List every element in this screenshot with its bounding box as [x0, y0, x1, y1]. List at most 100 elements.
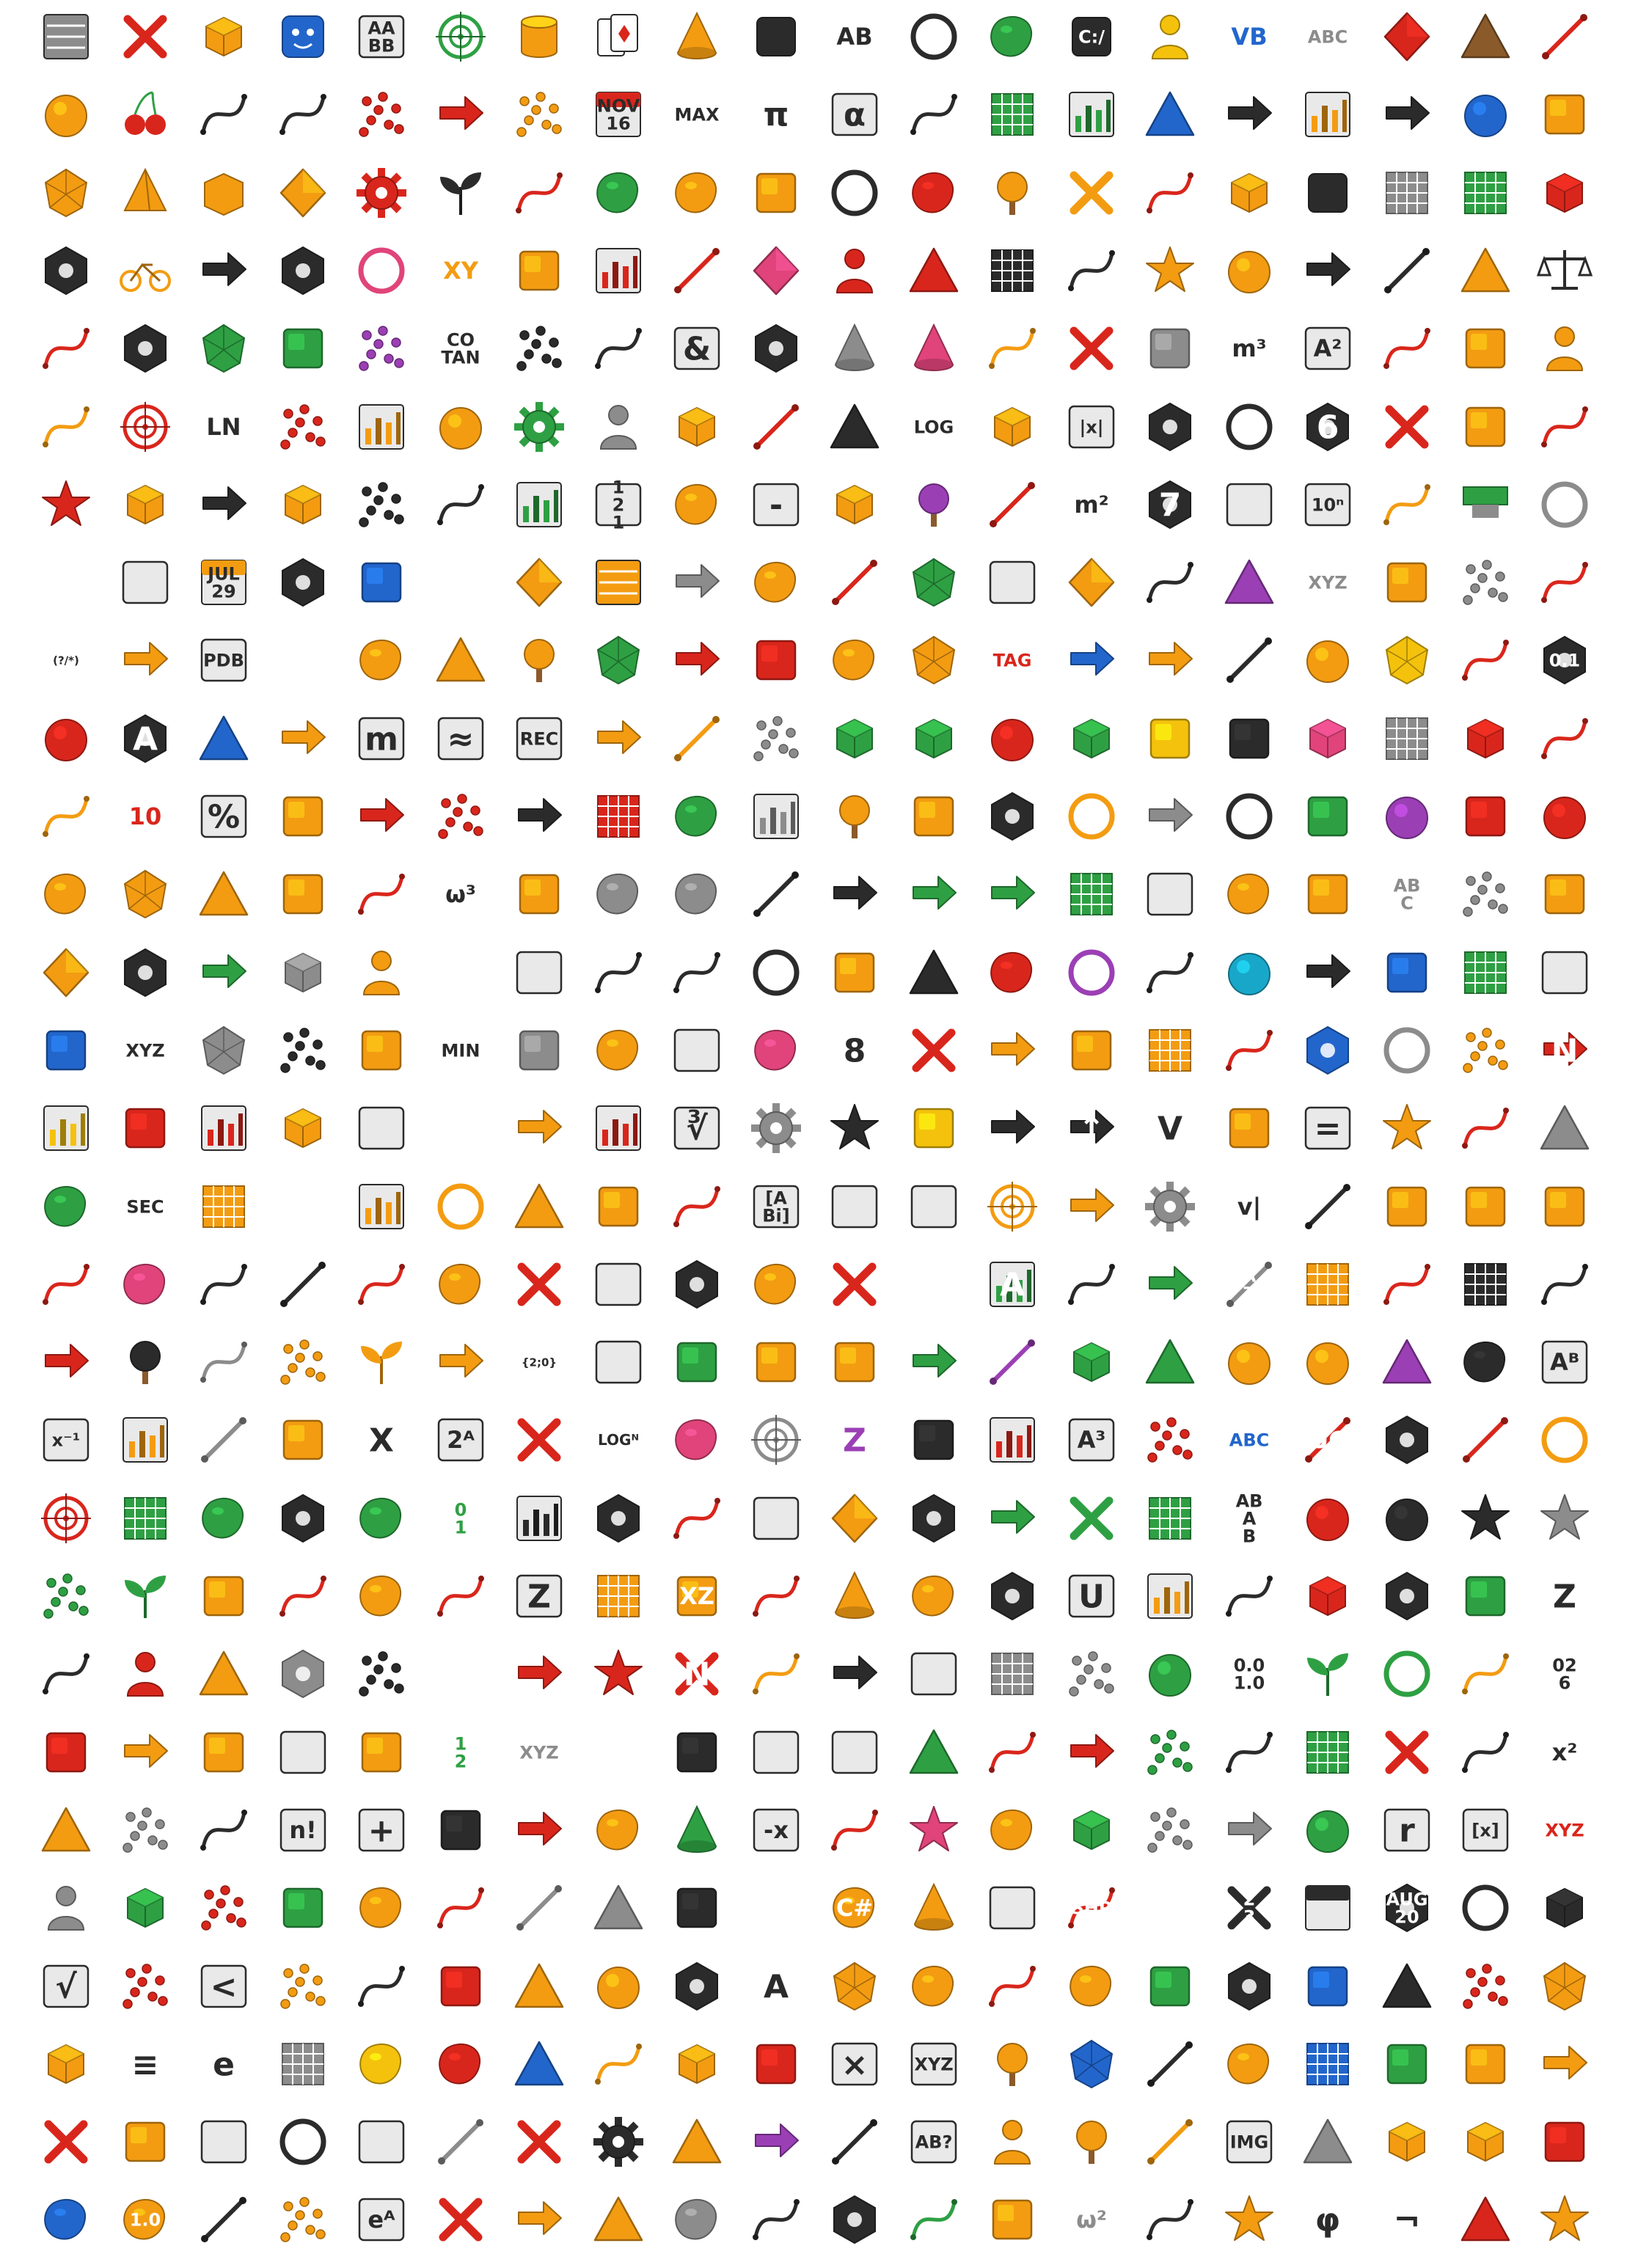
- hexagon-icon: [991, 1571, 1034, 1621]
- square-icon: [1149, 718, 1191, 758]
- curve-icon: [1528, 390, 1601, 464]
- line-icon: [976, 1325, 1049, 1399]
- text-icon: XYZ: [1308, 572, 1347, 593]
- calendar-icon: [1305, 1885, 1350, 1931]
- arrow-icon: [660, 546, 734, 619]
- arrow-icon: [1070, 1188, 1114, 1222]
- arrow-icon: [187, 468, 260, 541]
- blob-icon: [675, 874, 717, 915]
- icon-label: A: [1000, 1266, 1025, 1303]
- curve-icon: [200, 94, 247, 136]
- polyhedron-icon: [1070, 2039, 1113, 2088]
- text-box-icon: [739, 1716, 813, 1789]
- text-icon: [433, 1646, 489, 1702]
- text-icon: [1142, 1880, 1198, 1936]
- icon-label: ω²: [1076, 2206, 1107, 2234]
- line-icon: [201, 2197, 246, 2243]
- square-icon: [1449, 1559, 1522, 1633]
- square-icon: [45, 1030, 87, 1071]
- chart-icon: [976, 1403, 1049, 1477]
- hexagon-icon: [266, 234, 340, 307]
- square-icon: [897, 1091, 970, 1165]
- curve-icon: [1462, 1653, 1509, 1695]
- text-icon: {2;0}: [502, 1325, 576, 1399]
- triangle-icon: [1370, 1325, 1444, 1399]
- grid-icon: [1464, 171, 1507, 214]
- arrow-icon: [739, 2105, 813, 2179]
- dots-icon: [1133, 1716, 1207, 1789]
- icon-label: C#: [836, 1894, 873, 1922]
- icon-label: m: [365, 720, 398, 758]
- square-icon: [345, 1716, 418, 1789]
- cross-icon: [1370, 1716, 1444, 1789]
- line-icon: [660, 234, 734, 307]
- curve-icon: [358, 874, 405, 915]
- blob-icon: [44, 874, 87, 915]
- icon-label: π: [763, 97, 789, 134]
- dots-icon: [359, 1651, 404, 1697]
- blob-icon: [345, 1482, 418, 1555]
- text-box-icon: [345, 2105, 418, 2179]
- cross-icon: [1055, 1482, 1128, 1555]
- text-box-icon: AA BB: [345, 0, 418, 73]
- square-icon: [361, 1030, 402, 1071]
- text-box-icon: [1528, 936, 1601, 1009]
- grid-icon: [1133, 1482, 1207, 1555]
- text-box-icon: XYZ: [897, 2027, 970, 2101]
- icon-label: %: [208, 798, 240, 835]
- curve-icon: [582, 936, 655, 1009]
- curve-icon: [739, 1559, 813, 1633]
- grid-icon: [187, 1170, 260, 1243]
- line-icon: [201, 1417, 246, 1463]
- blob-icon: [345, 1871, 418, 1945]
- blob-icon: [660, 156, 734, 230]
- arrow-icon: [1133, 780, 1207, 853]
- line-icon: [739, 390, 813, 464]
- curve-icon: [345, 1248, 418, 1321]
- text-box-icon: [582, 1325, 655, 1399]
- square-icon: [1291, 857, 1364, 931]
- cube-icon: [818, 468, 891, 541]
- triangle-icon: [1460, 2197, 1510, 2242]
- square-icon: [1528, 1170, 1601, 1243]
- text-icon: [748, 1880, 804, 1936]
- line-icon: [990, 481, 1035, 527]
- text-box-icon: +: [358, 1808, 405, 1852]
- icon-label: Aᴮ: [1549, 1348, 1579, 1376]
- table-icon: [582, 546, 655, 619]
- chart-icon: [187, 1091, 260, 1165]
- text-icon: 8: [844, 1032, 866, 1069]
- text-box-icon: √: [29, 1950, 103, 2023]
- square-icon: [834, 952, 875, 992]
- curve-icon: [1462, 1731, 1509, 1773]
- icon-label: m³: [1232, 334, 1266, 362]
- text-box-icon: √: [43, 1964, 89, 2008]
- dots-icon: [266, 390, 340, 464]
- curve-icon: [1225, 1029, 1273, 1071]
- cube-icon: [1309, 1576, 1346, 1617]
- curve-icon: [831, 1809, 878, 1851]
- triangle-icon: [909, 949, 958, 994]
- icon-label: ABC: [1393, 876, 1420, 914]
- text-box-icon: |x|: [1068, 405, 1114, 448]
- cube-icon: [29, 2027, 103, 2101]
- text-icon: e: [213, 2046, 235, 2083]
- polyhedron-icon: [123, 870, 167, 919]
- cone-icon: [834, 323, 875, 372]
- icon-label: ABC: [1308, 26, 1348, 47]
- text-box-icon: [A Bi]: [739, 1170, 813, 1243]
- blob-icon: [675, 483, 717, 525]
- arrow-icon: [1291, 234, 1364, 307]
- arrow-icon: [1133, 623, 1207, 697]
- arrow-icon: [502, 1091, 576, 1165]
- square-icon: [266, 1403, 340, 1477]
- text-box-icon: [266, 1716, 340, 1789]
- calendar-icon: JUL 29: [187, 546, 260, 619]
- square-icon: [187, 1559, 260, 1633]
- curve-icon: [1147, 951, 1193, 993]
- hexagon-icon: [1227, 1961, 1270, 2011]
- square-icon: [1133, 1950, 1207, 2023]
- blob-icon: [109, 1248, 182, 1321]
- square-icon: [1307, 1966, 1348, 2006]
- polyhedron-icon: [1543, 1961, 1586, 2011]
